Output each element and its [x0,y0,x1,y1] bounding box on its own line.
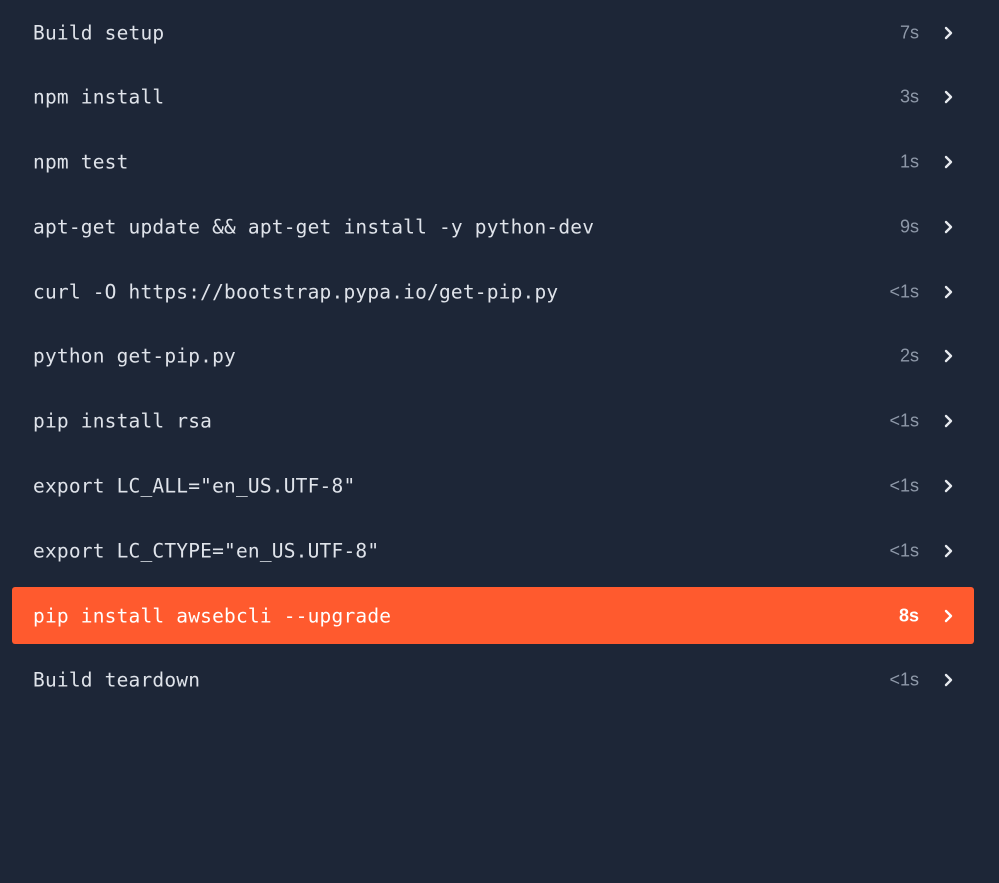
step-command: npm install [33,85,165,109]
step-row[interactable]: export LC_CTYPE="en_US.UTF-8" <1s [12,522,974,579]
step-row[interactable]: export LC_ALL="en_US.UTF-8" <1s [12,458,974,515]
step-duration: <1s [889,410,919,431]
chevron-right-icon[interactable] [941,608,956,623]
step-command: export LC_CTYPE="en_US.UTF-8" [33,539,380,563]
step-duration: 3s [899,86,919,107]
chevron-right-icon[interactable] [941,414,956,429]
step-duration: 9s [899,216,919,237]
step-command: export LC_ALL="en_US.UTF-8" [33,474,356,498]
step-command: curl -O https://bootstrap.pypa.io/get-pi… [33,280,559,304]
step-row[interactable]: npm test 1s [12,134,974,191]
step-row[interactable]: Build setup 7s [12,4,974,61]
step-command: pip install awsebcli --upgrade [33,604,392,628]
step-row[interactable]: npm install 3s [12,69,974,126]
step-duration: 7s [899,22,919,42]
chevron-right-icon[interactable] [941,90,956,105]
step-duration: <1s [889,540,919,561]
step-duration: 2s [899,345,919,366]
step-command: Build setup [33,21,165,44]
step-row[interactable]: apt-get update && apt-get install -y pyt… [12,198,974,255]
step-duration: <1s [889,669,919,690]
step-command: python get-pip.py [33,344,236,368]
chevron-right-icon[interactable] [941,479,956,494]
step-row[interactable]: Build teardown <1s [12,652,974,709]
build-steps-list: Build setup 7s npm install 3s npm test 1… [12,4,974,717]
chevron-right-icon[interactable] [941,349,956,364]
chevron-right-icon[interactable] [941,673,956,688]
chevron-right-icon[interactable] [941,284,956,299]
step-duration: 1s [899,151,919,172]
step-command: pip install rsa [33,409,213,433]
build-steps-panel: Build setup 7s npm install 3s npm test 1… [0,0,999,883]
chevron-right-icon[interactable] [941,25,956,40]
step-row-failed[interactable]: pip install awsebcli --upgrade 8s [12,587,974,645]
step-duration: <1s [889,281,919,302]
chevron-right-icon[interactable] [941,219,956,234]
step-command: Build teardown [33,668,201,692]
step-command: npm test [33,150,129,174]
step-duration: <1s [889,475,919,496]
step-row[interactable]: curl -O https://bootstrap.pypa.io/get-pi… [12,263,974,320]
step-row[interactable]: python get-pip.py 2s [12,328,974,385]
step-duration: 8s [898,605,919,626]
chevron-right-icon[interactable] [941,543,956,558]
step-row[interactable]: pip install rsa <1s [12,393,974,450]
chevron-right-icon[interactable] [941,155,956,170]
step-command: apt-get update && apt-get install -y pyt… [33,215,595,239]
